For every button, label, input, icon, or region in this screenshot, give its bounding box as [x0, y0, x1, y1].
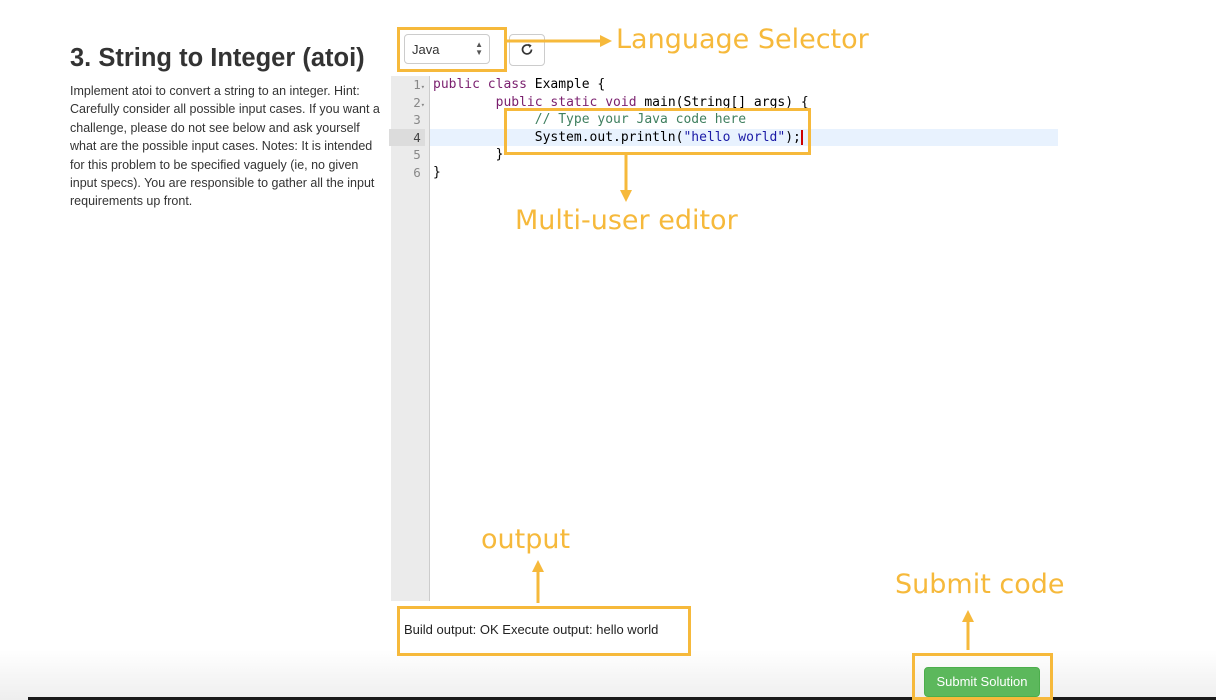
arrow-down-icon — [620, 190, 632, 202]
arrow-up-icon — [532, 560, 544, 572]
multi-user-editor-annotation: Multi-user editor — [515, 205, 738, 236]
arrow-right-icon — [600, 35, 612, 47]
arrow-up-icon — [962, 610, 974, 622]
language-selector-annotation: Language Selector — [616, 24, 869, 55]
output-annotation: output — [481, 524, 571, 555]
submit-code-annotation: Submit code — [895, 569, 1065, 600]
